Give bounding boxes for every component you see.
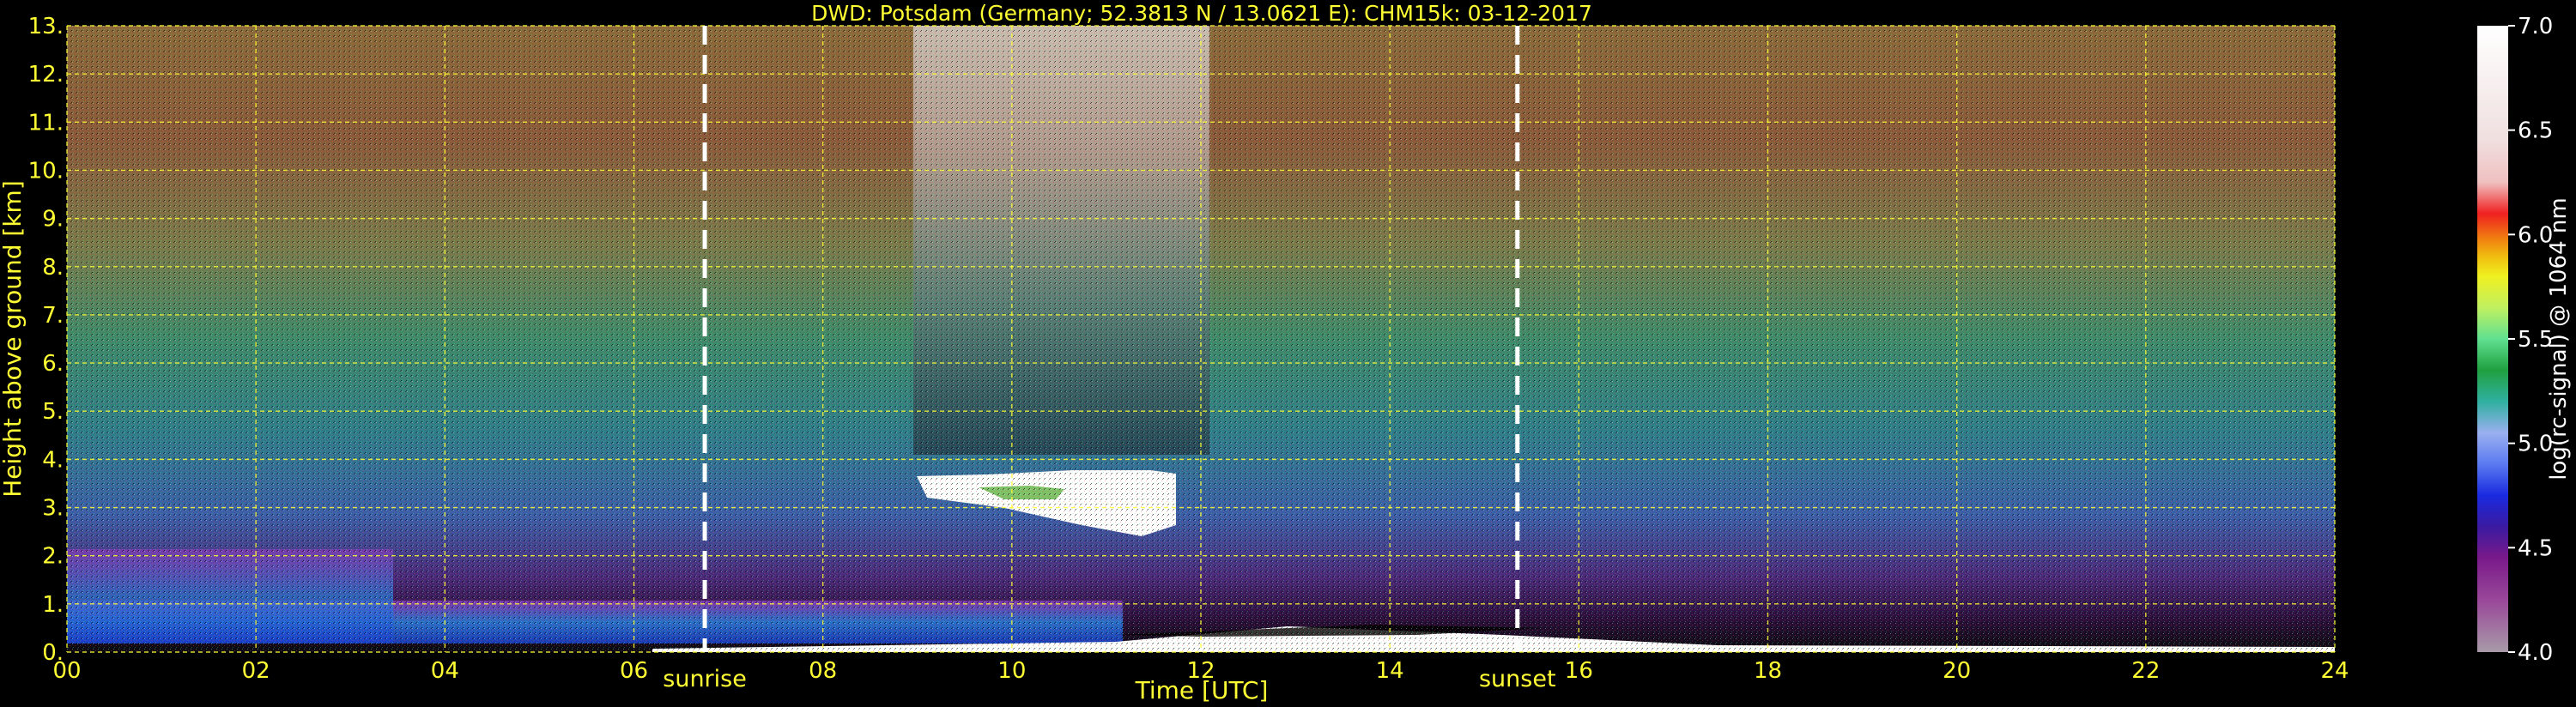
x-tick-label: 24 [2320,658,2349,684]
y-tick-label: 12. [28,62,64,88]
y-tick-label: 11. [28,110,64,136]
y-tick-label: 0. [42,640,64,666]
y-tick-label: 6. [42,351,64,377]
x-tick-label: 14 [1376,658,1404,684]
y-tick-label: 5. [42,399,64,425]
y-tick-label: 4. [42,447,64,473]
x-tick-label: 16 [1565,658,1593,684]
x-tick-label: 06 [620,658,648,684]
sunset-label: sunset [1479,666,1556,692]
x-tick-label: 08 [809,658,837,684]
x-tick-label: 18 [1754,658,1782,684]
y-tick-label: 1. [42,592,64,618]
y-tick-label: 3. [42,496,64,522]
y-tick-label: 8. [42,255,64,281]
y-axis-label: Height above ground [km] [0,180,27,498]
colorbar-tick-label: 4.0 [2518,640,2553,666]
colorbar-tick-label: 7.0 [2518,14,2553,39]
colorbar: 4.04.55.05.56.06.57.0 log(rc-signal) @ 1… [2477,14,2572,666]
colorbar-scale [2477,26,2508,652]
sunrise-label: sunrise [663,666,747,692]
chart-title: DWD: Potsdam (Germany; 52.3813 N / 13.06… [811,1,1592,26]
plot-area: sunrise sunset [66,25,2336,692]
x-axis-label: Time [UTC] [1135,676,1269,704]
y-axis-ticks: 0. 1. 2. 3. 4. 5. 6. 7. 8. 9. 10. 11. 12. 13. [28,14,64,666]
x-tick-label: 04 [431,658,459,684]
colorbar-tick-label: 6.5 [2518,118,2553,144]
y-tick-label: 7. [42,303,64,329]
colorbar-tick-label: 4.5 [2518,535,2553,561]
x-tick-label: 22 [2131,658,2160,684]
lidar-chart: DWD: Potsdam (Germany; 52.3813 N / 13.06… [0,1,2572,704]
y-tick-label: 9. [42,207,64,233]
x-tick-label: 10 [997,658,1026,684]
x-tick-label: 20 [1943,658,1971,684]
x-tick-label: 02 [242,658,270,684]
y-tick-label: 2. [42,544,64,570]
y-tick-label: 10. [28,158,64,184]
y-tick-label: 13. [28,14,64,39]
colorbar-label: log(rc-signal) @ 1064 nm [2546,197,2572,480]
